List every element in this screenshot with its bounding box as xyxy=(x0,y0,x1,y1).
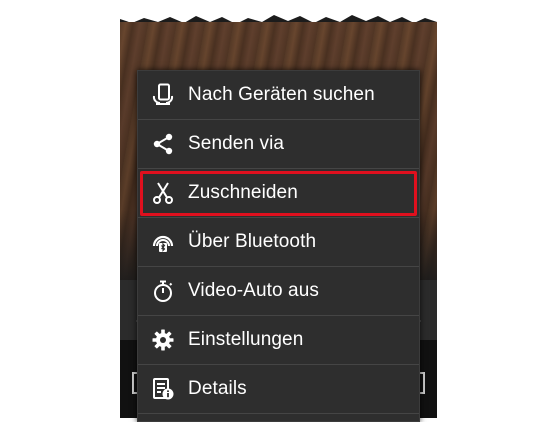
menu-item-zuschneiden[interactable]: Zuschneiden xyxy=(138,169,419,218)
menu-item-ueber-bluetooth[interactable]: Über Bluetooth xyxy=(138,218,419,267)
overflow-menu: Nach Geräten suchen Senden via Zuschneid… xyxy=(137,70,420,422)
stopwatch-icon xyxy=(150,278,176,304)
share-icon xyxy=(150,131,176,157)
menu-item-einstellungen[interactable]: Einstellungen xyxy=(138,316,419,365)
device-search-icon xyxy=(150,82,176,108)
menu-item-label: Nach Geräten suchen xyxy=(188,84,375,105)
menu-item-label: Details xyxy=(188,378,247,399)
menu-item-video-auto-aus[interactable]: Video-Auto aus xyxy=(138,267,419,316)
details-icon xyxy=(150,376,176,402)
menu-item-details[interactable]: Details xyxy=(138,365,419,414)
menu-item-label: Video-Auto aus xyxy=(188,280,319,301)
menu-item-label: Zuschneiden xyxy=(188,182,298,203)
gear-icon xyxy=(150,327,176,353)
menu-item-label: Senden via xyxy=(188,133,285,154)
menu-item-label: Einstellungen xyxy=(188,329,304,350)
menu-item-nach-geraeten-suchen[interactable]: Nach Geräten suchen xyxy=(138,71,419,120)
scissors-icon xyxy=(150,180,176,206)
menu-item-senden-via[interactable]: Senden via xyxy=(138,120,419,169)
bluetooth-icon xyxy=(150,229,176,255)
menu-item-label: Über Bluetooth xyxy=(188,231,317,252)
